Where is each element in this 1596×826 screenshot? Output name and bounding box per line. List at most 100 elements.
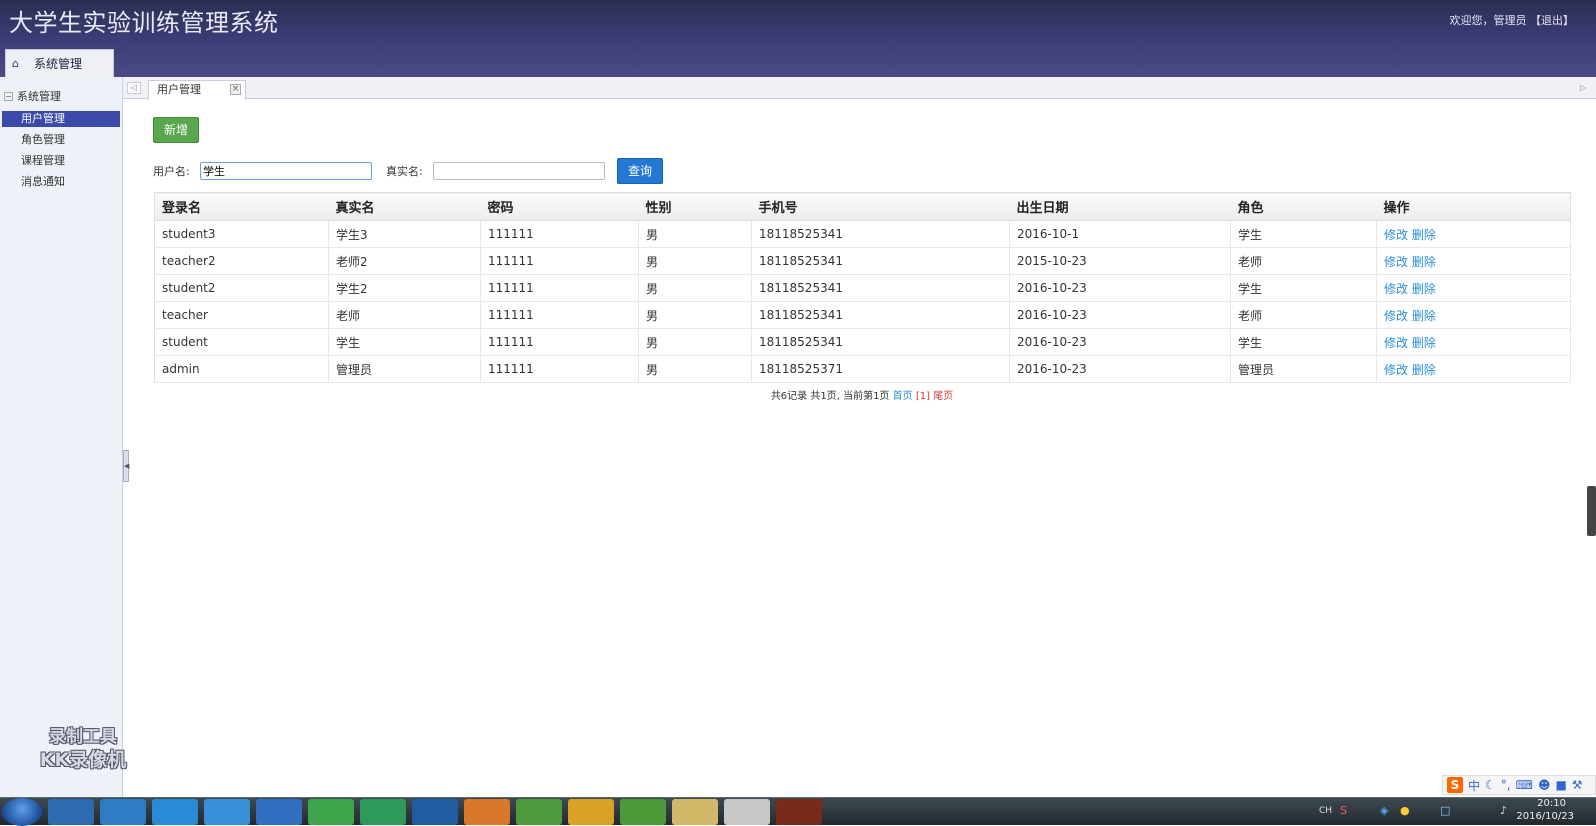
edit-link[interactable]: 修改 [1384, 282, 1408, 296]
evernote-icon[interactable] [360, 799, 406, 825]
sogou-tray-icon[interactable]: S [1340, 804, 1347, 817]
moon-icon[interactable]: ☾ [1485, 778, 1496, 792]
module-tab-system[interactable]: ⌂ 系统管理 [5, 49, 114, 77]
recorder-watermark: 录制工具 KK录像机 [26, 726, 140, 772]
column-header-gender[interactable]: 性别 [638, 192, 752, 221]
media-icon[interactable] [412, 799, 458, 825]
column-header-password[interactable]: 密码 [480, 192, 639, 221]
baidu-cloud-icon[interactable] [152, 799, 198, 825]
first-page-link[interactable]: 首页 [893, 391, 913, 402]
username-label: 用户名: [153, 165, 190, 178]
edit-link[interactable]: 修改 [1384, 228, 1408, 242]
edit-link[interactable]: 修改 [1384, 255, 1408, 269]
shield-icon[interactable]: ◈ [1380, 804, 1388, 817]
table-row: admin 管理员 111111 男 18118525371 2016-10-23 管理员修… [154, 355, 1571, 383]
wrench-icon[interactable]: ⚒ [1572, 778, 1583, 792]
sidebar-item-course-management[interactable]: 课程管理 [2, 153, 120, 169]
shirt-icon[interactable]: ■ [1555, 778, 1566, 792]
realname-cell: 学生2 [328, 274, 481, 302]
tab-user-management[interactable]: 用户管理 × [148, 80, 246, 100]
close-icon[interactable]: × [230, 84, 241, 95]
app-icon[interactable] [620, 799, 666, 825]
column-header-actions: 操作 [1376, 192, 1571, 221]
username-search-input[interactable] [200, 162, 372, 180]
sogou-ime-icon[interactable]: S [1447, 777, 1463, 793]
actions-cell: 修改 删除 [1376, 247, 1571, 275]
ie-icon[interactable] [48, 799, 94, 825]
role-cell: 老师 [1230, 301, 1377, 329]
column-header-birthdate[interactable]: 出生日期 [1009, 192, 1231, 221]
spring-icon[interactable] [516, 799, 562, 825]
delete-link[interactable]: 删除 [1412, 309, 1436, 323]
clock-date[interactable]: 2016/10/23 [1516, 811, 1574, 822]
iqiyi-icon[interactable] [308, 799, 354, 825]
keyboard-icon[interactable]: ⌨ [1516, 778, 1533, 792]
last-page-link[interactable]: 尾页 [933, 391, 953, 402]
search-button[interactable]: 查询 [617, 158, 663, 184]
delete-link[interactable]: 删除 [1412, 228, 1436, 242]
welcome-logout-link[interactable]: 欢迎您，管理员 【退出】 [1450, 12, 1575, 28]
password-cell: 111111 [480, 220, 639, 248]
sidebar-item-user-management[interactable]: 用户管理 [2, 111, 120, 127]
realname-search-input[interactable] [433, 162, 605, 180]
module-tab-label: 系统管理 [34, 57, 83, 71]
punctuation-icon[interactable]: °, [1501, 778, 1511, 792]
actions-cell: 修改 删除 [1376, 274, 1571, 302]
column-header-phone[interactable]: 手机号 [751, 192, 1010, 221]
firefox-icon[interactable] [464, 799, 510, 825]
realname-cell: 学生 [328, 328, 481, 356]
qq-icon[interactable]: ● [1400, 804, 1410, 817]
edit-link[interactable]: 修改 [1384, 336, 1408, 350]
column-header-realname[interactable]: 真实名 [328, 192, 481, 221]
network-icon[interactable]: □ [1440, 804, 1450, 817]
tab-scroll-left-icon[interactable]: ◁ [127, 82, 141, 94]
table-header-row: 登录名 真实名 密码 性别 手机号 出生日期 角色 操作 [154, 192, 1571, 221]
phone-cell: 18118525341 [751, 247, 1010, 275]
birthdate-cell: 2016-10-23 [1009, 328, 1231, 356]
delete-link[interactable]: 删除 [1412, 255, 1436, 269]
language-indicator[interactable]: CH [1319, 806, 1332, 816]
delete-link[interactable]: 删除 [1412, 282, 1436, 296]
ime-mode-label[interactable]: 中 [1468, 777, 1480, 794]
phone-cell: 18118525341 [751, 274, 1010, 302]
sidebar-group-header[interactable]: − 系统管理 [4, 88, 61, 104]
tab-scroll-right-icon[interactable]: ▷ [1580, 82, 1590, 94]
actions-cell: 修改 删除 [1376, 220, 1571, 248]
app-title: 大学生实验训练管理系统 [9, 9, 279, 37]
current-page-link[interactable]: [1] [916, 391, 930, 402]
edit-link[interactable]: 修改 [1384, 363, 1408, 377]
sidebar-item-notifications[interactable]: 消息通知 [2, 174, 120, 190]
paw-icon[interactable] [568, 799, 614, 825]
delete-link[interactable]: 删除 [1412, 336, 1436, 350]
clock-time[interactable]: 20:10 [1537, 798, 1566, 809]
collapse-minus-icon[interactable]: − [4, 91, 13, 101]
role-cell: 学生 [1230, 274, 1377, 302]
user-icon[interactable]: ☻ [1538, 778, 1551, 792]
realname-cell: 学生3 [328, 220, 481, 248]
add-button[interactable]: 新增 [153, 117, 199, 143]
sidebar-item-role-management[interactable]: 角色管理 [2, 132, 120, 148]
recorder-icon[interactable] [776, 799, 822, 825]
volume-icon[interactable]: ♪ [1500, 804, 1507, 817]
edit-link[interactable]: 修改 [1384, 309, 1408, 323]
realname-label: 真实名: [386, 165, 423, 178]
column-header-role[interactable]: 角色 [1230, 192, 1377, 221]
phone-cell: 18118525371 [751, 355, 1010, 383]
document-icon[interactable] [724, 799, 770, 825]
role-cell: 学生 [1230, 220, 1377, 248]
folder-icon[interactable] [672, 799, 718, 825]
bird-icon[interactable] [204, 799, 250, 825]
ime-toolbar[interactable]: S 中 ☾ °, ⌨ ☻ ■ ⚒ [1442, 775, 1596, 795]
gender-cell: 男 [638, 355, 752, 383]
column-header-login[interactable]: 登录名 [154, 192, 329, 221]
tab-label: 用户管理 [157, 83, 201, 96]
role-cell: 学生 [1230, 328, 1377, 356]
sogou-browser-icon[interactable] [256, 799, 302, 825]
volume-scroll-handle[interactable] [1587, 486, 1596, 536]
cloud-icon[interactable] [100, 799, 146, 825]
gender-cell: 男 [638, 301, 752, 329]
table-row: teacher 老师 111111 男 18118525341 2016-10-23 老师修… [154, 301, 1571, 329]
delete-link[interactable]: 删除 [1412, 363, 1436, 377]
sidebar-collapse-handle[interactable]: ◀ [123, 450, 129, 482]
start-button[interactable] [2, 798, 42, 826]
